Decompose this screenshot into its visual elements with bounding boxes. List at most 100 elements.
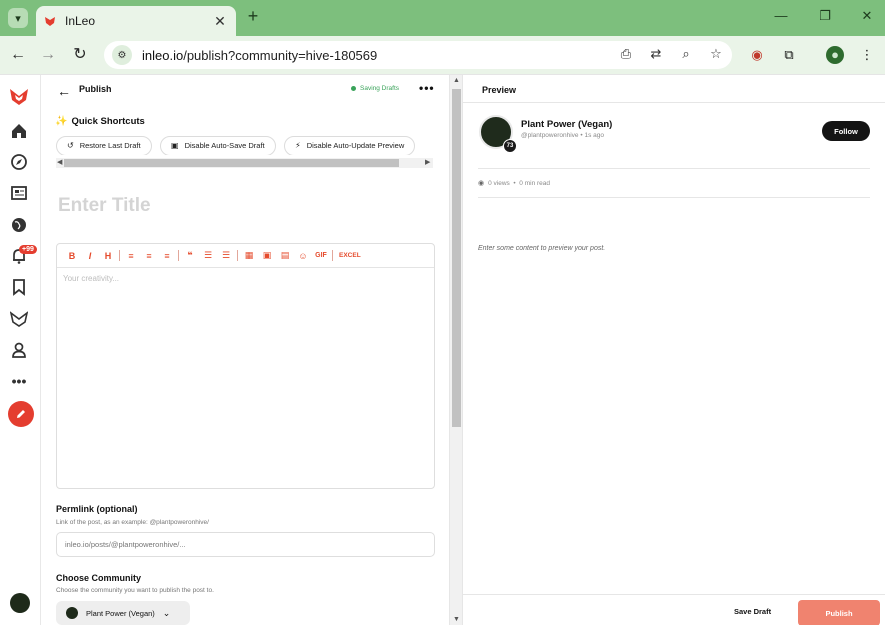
forward-icon[interactable]: →	[38, 45, 58, 65]
post-stats: ◉ 0 views • 0 min read	[478, 179, 551, 188]
extension-icon[interactable]: ◉	[748, 46, 766, 64]
profile-icon[interactable]: ●	[826, 46, 844, 64]
upload-image-icon[interactable]: ▤	[276, 250, 294, 261]
community-label: Choose Community	[56, 573, 142, 583]
vertical-scrollbar[interactable]: ▲ ▼	[449, 75, 463, 625]
bullet-list-icon[interactable]: ☰	[199, 250, 217, 261]
chip-label: Disable Auto-Update Preview	[306, 141, 405, 150]
save-icon: ▣	[171, 141, 179, 150]
leo-outline-icon[interactable]	[9, 309, 29, 329]
community-select[interactable]: Plant Power (Vegan) ⌄	[56, 601, 190, 625]
window-close-icon[interactable]: ✕	[858, 8, 876, 24]
globe-icon[interactable]	[9, 215, 29, 235]
scroll-right-arrow-icon[interactable]: ▶	[425, 158, 430, 166]
emoji-icon[interactable]: ☺	[294, 251, 312, 261]
eye-icon: ◉	[478, 180, 485, 187]
compose-button[interactable]	[8, 401, 34, 427]
url-text[interactable]: inleo.io/publish?community=hive-180569	[142, 48, 377, 63]
body-textarea[interactable]: Your creativity...	[63, 274, 119, 283]
restore-icon[interactable]: ❐	[816, 8, 834, 24]
permlink-label: Permlink (optional)	[56, 504, 138, 514]
image-icon[interactable]: ▣	[258, 250, 276, 261]
bold-icon[interactable]: B	[63, 251, 81, 261]
save-draft-button[interactable]: Save Draft	[734, 607, 771, 616]
scroll-down-arrow-icon[interactable]: ▼	[453, 616, 460, 623]
tab-search-icon[interactable]: ▾	[8, 8, 28, 28]
home-icon[interactable]	[9, 121, 29, 141]
gif-button[interactable]: GIF	[312, 252, 330, 259]
bookmarks-icon[interactable]	[9, 277, 29, 297]
quote-icon[interactable]: ❝	[181, 250, 199, 261]
scrollbar-thumb[interactable]	[64, 159, 399, 167]
scroll-left-arrow-icon[interactable]: ◀	[57, 158, 62, 166]
back-arrow-icon[interactable]: ←	[57, 83, 71, 99]
chevron-down-icon: ⌄	[162, 607, 171, 618]
toolbar-divider	[237, 250, 238, 261]
align-center-icon[interactable]: ≡	[140, 251, 158, 261]
tab-title: InLeo	[65, 14, 96, 28]
editor-toolbar: B I H ≡ ≡ ≡ ❝ ☰ ☰ ▦ ▣ ▤ ☺ GIF EXCEL	[57, 244, 434, 268]
restore-last-draft-button[interactable]: ↺ Restore Last Draft	[56, 135, 152, 155]
browser-toolbar: ← → ↻ ⚙ inleo.io/publish?community=hive-…	[0, 36, 885, 74]
editor-more-options-icon[interactable]: •••	[419, 81, 435, 95]
disable-auto-save-button[interactable]: ▣ Disable Auto-Save Draft	[160, 135, 276, 155]
reputation-badge: 73	[503, 139, 517, 153]
browser-tab[interactable]: InLeo ✕	[36, 6, 236, 36]
more-icon[interactable]: •••	[9, 371, 29, 391]
left-nav: +99 •••	[0, 75, 41, 625]
zoom-icon[interactable]: ⌕	[678, 46, 694, 62]
excel-button[interactable]: EXCEL	[339, 252, 361, 259]
url-path: /publish?community=hive-180569	[183, 47, 378, 63]
extensions-puzzle-icon[interactable]: ⧉	[780, 46, 798, 64]
preview-panel: Preview 73 Plant Power (Vegan) @plantpow…	[463, 75, 885, 625]
inleo-favicon-icon	[45, 17, 55, 26]
permlink-input[interactable]	[56, 532, 435, 557]
align-right-icon[interactable]: ≡	[158, 251, 176, 261]
author-name[interactable]: Plant Power (Vegan)	[521, 119, 612, 130]
title-input[interactable]: Enter Title	[58, 195, 151, 217]
minimize-icon[interactable]: —	[772, 8, 790, 23]
restore-icon: ↺	[67, 141, 74, 150]
italic-icon[interactable]: I	[81, 251, 99, 261]
tab-close-icon[interactable]: ✕	[212, 13, 228, 30]
horizontal-scrollbar[interactable]: ◀ ▶	[56, 158, 433, 168]
profile-person-icon[interactable]	[9, 340, 29, 360]
user-avatar[interactable]	[10, 593, 30, 613]
magic-wand-icon: ⚡	[295, 141, 301, 150]
table-icon[interactable]: ▦	[240, 250, 258, 261]
notification-badge: +99	[19, 245, 37, 254]
bookmark-star-icon[interactable]: ☆	[708, 46, 724, 62]
shortcut-chips: ↺ Restore Last Draft ▣ Disable Auto-Save D…	[56, 135, 433, 155]
translate-icon[interactable]: ⇄	[648, 46, 664, 62]
author-handle-text: @plantpoweronhive	[521, 132, 579, 139]
site-info-icon[interactable]: ⚙	[112, 45, 132, 65]
disable-auto-update-preview-button[interactable]: ⚡ Disable Auto-Update Preview	[284, 135, 416, 155]
status-dot-icon	[351, 86, 356, 91]
publish-button[interactable]: Publish	[798, 600, 880, 625]
follow-button[interactable]: Follow	[822, 121, 870, 141]
reload-icon[interactable]: ↻	[70, 45, 90, 65]
pencil-icon	[17, 410, 25, 418]
explore-compass-icon[interactable]	[9, 152, 29, 172]
community-hint: Choose the community you want to publish…	[56, 587, 214, 594]
scroll-up-arrow-icon[interactable]: ▲	[453, 77, 460, 84]
align-left-icon[interactable]: ≡	[122, 251, 140, 261]
views-count: 0 views	[488, 179, 510, 187]
leo-logo-icon[interactable]	[9, 87, 29, 107]
quick-shortcuts-heading: ✨ Quick Shortcuts	[55, 116, 145, 127]
editor-panel: ← Publish Saving Drafts ••• ✨ Quick Short…	[41, 75, 449, 625]
divider	[463, 594, 885, 595]
address-bar[interactable]: ⚙ inleo.io/publish?community=hive-180569…	[104, 41, 732, 69]
community-selected: Plant Power (Vegan)	[86, 608, 155, 618]
back-icon[interactable]: ←	[8, 45, 28, 65]
chip-label: Restore Last Draft	[79, 141, 141, 150]
permlink-hint: Link of the post, as an example: @plantp…	[56, 519, 209, 526]
news-icon[interactable]	[9, 183, 29, 203]
scrollbar-thumb[interactable]	[452, 89, 461, 427]
divider	[478, 197, 870, 198]
install-app-icon[interactable]: ⎙	[618, 46, 634, 62]
browser-menu-icon[interactable]: ⋮	[858, 46, 876, 64]
numbered-list-icon[interactable]: ☰	[217, 250, 235, 261]
new-tab-icon[interactable]: +	[244, 7, 262, 26]
heading-icon[interactable]: H	[99, 251, 117, 261]
